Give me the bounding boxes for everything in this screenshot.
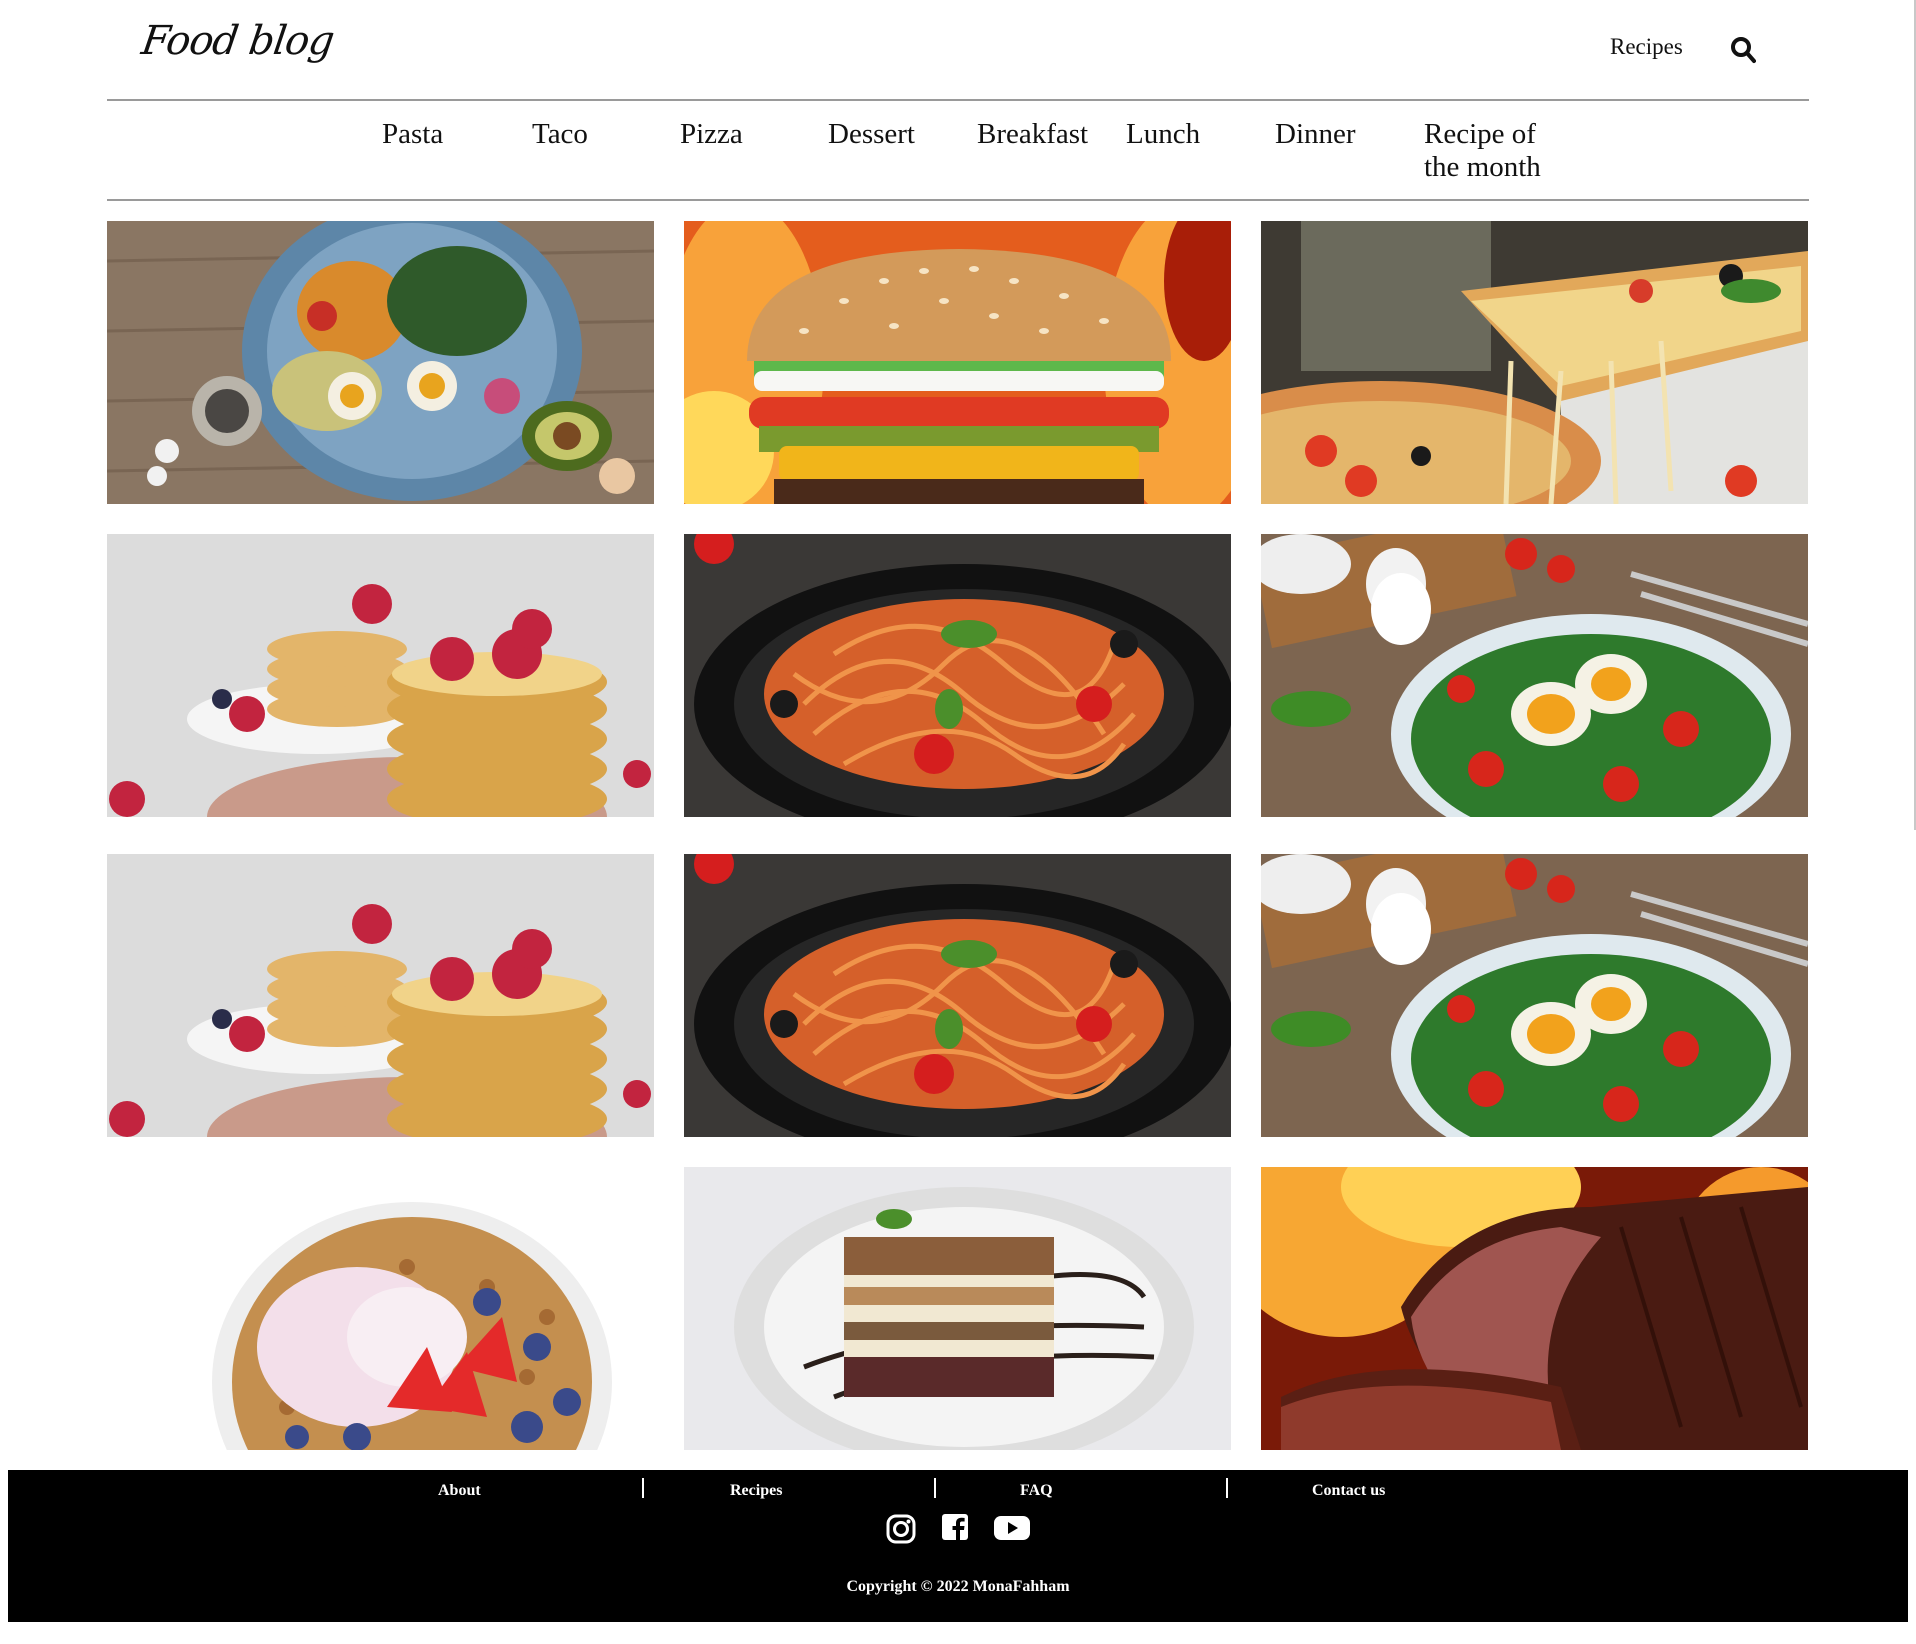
nav-item-recipe-of-the-month[interactable]: Recipe of the month [1424,118,1554,184]
footer-link-faq[interactable]: FAQ [1020,1482,1053,1500]
header-divider [107,99,1809,101]
nav-item-pizza[interactable]: Pizza [680,118,743,151]
recipes-link[interactable]: Recipes [1610,34,1683,60]
nav-divider [107,199,1809,201]
footer-link-about[interactable]: About [438,1482,481,1500]
copyright-text: Copyright © 2022 MonaFahham [846,1578,1070,1595]
gallery-image-salad-bowl[interactable] [107,221,654,504]
search-icon[interactable] [1730,36,1756,64]
nav-item-lunch[interactable]: Lunch [1126,118,1200,151]
gallery-image-burger[interactable] [684,221,1231,504]
gallery-image-yogurt-granola[interactable] [107,1167,654,1450]
footer-separator [1226,1478,1228,1498]
gallery-image-pancakes[interactable] [107,534,654,817]
nav-item-breakfast[interactable]: Breakfast [977,118,1088,151]
footer-link-contact-us[interactable]: Contact us [1312,1482,1385,1500]
gallery-image-tiramisu-cake[interactable] [684,1167,1231,1450]
gallery-image-egg-salad[interactable] [1261,534,1808,817]
facebook-icon[interactable] [942,1514,968,1540]
gallery-image-pizza-slice[interactable] [1261,221,1808,504]
gallery-image-spaghetti[interactable] [684,854,1231,1137]
site-footer: About Recipes FAQ Contact us Copyright ©… [8,1470,1908,1622]
nav-item-taco[interactable]: Taco [532,118,588,151]
footer-separator [934,1478,936,1498]
nav-item-pasta[interactable]: Pasta [382,118,443,151]
nav-item-dessert[interactable]: Dessert [828,118,915,151]
site-logo[interactable]: Food blog [139,18,337,64]
gallery-image-pancakes[interactable] [107,854,654,1137]
gallery-image-spaghetti[interactable] [684,534,1231,817]
gallery-image-egg-salad[interactable] [1261,854,1808,1137]
category-nav: Pasta Taco Pizza Dessert Breakfast Lunch… [0,118,1916,198]
instagram-icon[interactable] [886,1514,916,1544]
gallery-image-roast-beef[interactable] [1261,1167,1808,1450]
nav-item-dinner[interactable]: Dinner [1275,118,1356,151]
youtube-icon[interactable] [994,1514,1030,1542]
footer-separator [642,1478,644,1498]
footer-link-recipes[interactable]: Recipes [730,1482,782,1500]
